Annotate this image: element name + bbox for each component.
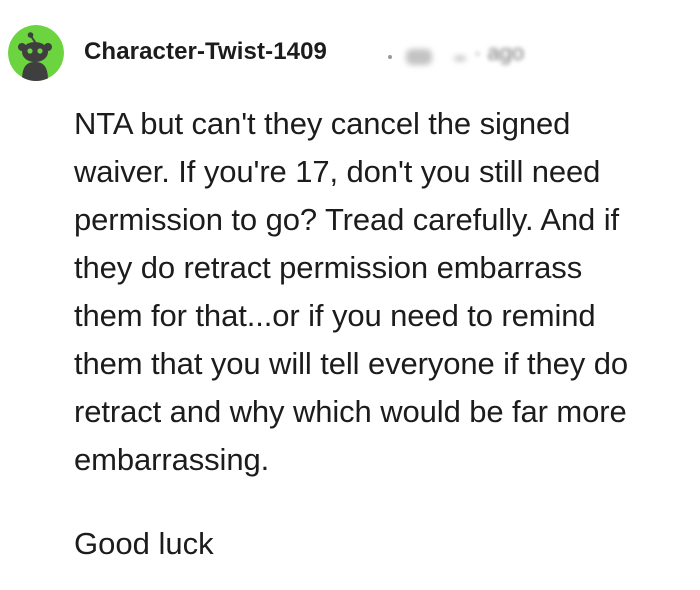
comment-body-line: they do retract permission embarrass [74,250,583,285]
comment-timestamp: · ago [388,40,528,70]
meta-separator [388,55,392,59]
comment-body-line: retract and why which would be far more [74,394,627,429]
user-avatar[interactable] [8,25,64,81]
blurred-time-value [454,56,466,61]
comment-body: NTA but can't they cancel the signed wai… [74,100,686,484]
comment-body-line: waiver. If you're 17, don't you still ne… [74,154,601,189]
comment-body-line: permission to go? Tread carefully. And i… [74,202,619,237]
snoo-avatar-icon [8,25,64,81]
comment-author[interactable]: Character-Twist-1409 [84,38,327,66]
comment-body-line: embarrassing. [74,442,270,477]
comment: Character-Twist-1409 · ago NTA but can't… [0,0,700,590]
comment-body-line: them for that...or if you need to remind [74,298,596,333]
comment-body-line: NTA but can't they cancel the signed [74,106,571,141]
comment-closing: Good luck [74,526,214,561]
timestamp-text: · ago [474,40,525,65]
comment-body-line: them that you will tell everyone if they… [74,346,628,381]
blurred-time-value [406,49,432,65]
